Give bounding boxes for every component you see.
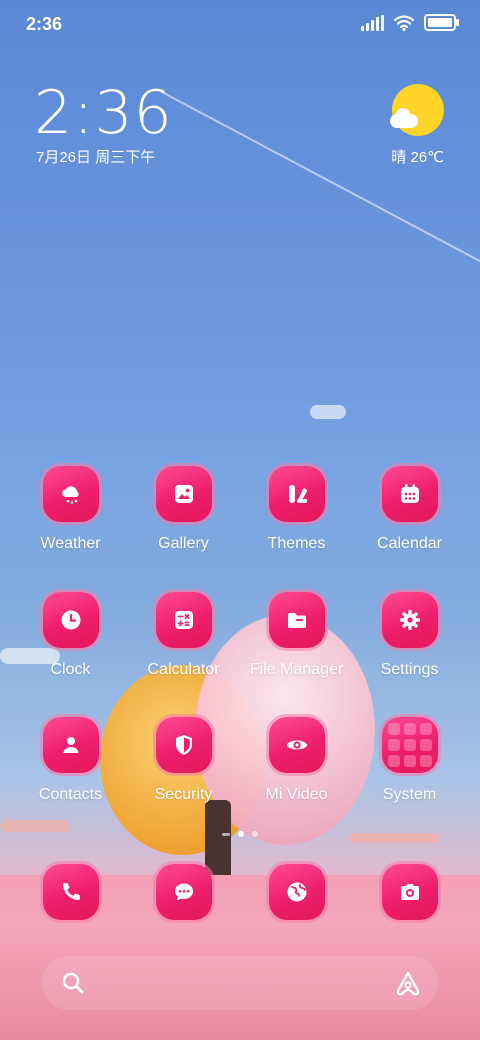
- app-label: System: [382, 786, 437, 803]
- app-calculator[interactable]: Calculator: [127, 592, 240, 679]
- app-clock[interactable]: Clock: [14, 592, 127, 679]
- clock-widget-date[interactable]: 7月26日 周三下午: [36, 146, 155, 167]
- search-icon[interactable]: [60, 970, 86, 996]
- folder-grid-icon: [381, 717, 438, 773]
- app-file-manager[interactable]: File Manager: [240, 592, 353, 679]
- app-label: Clock: [50, 661, 91, 678]
- status-bar: 2:36: [0, 0, 480, 50]
- calendar-icon: [381, 466, 438, 522]
- person-icon: [42, 717, 99, 773]
- app-gallery[interactable]: Gallery: [127, 466, 240, 553]
- wifi-icon: [394, 14, 414, 31]
- app-label: Weather: [40, 535, 101, 552]
- app-weather[interactable]: Weather: [14, 466, 127, 553]
- app-calendar[interactable]: Calendar: [353, 466, 466, 553]
- dock-browser[interactable]: [240, 864, 353, 920]
- app-settings[interactable]: Settings: [353, 592, 466, 679]
- search-bar[interactable]: [42, 956, 438, 1010]
- page-indicator-dash: [222, 832, 230, 836]
- clock-widget-time[interactable]: 2:36: [34, 78, 173, 148]
- calculator-icon: [155, 592, 212, 648]
- signal-icon: [361, 14, 384, 31]
- app-label: File Manager: [249, 661, 344, 678]
- cloud: [310, 405, 346, 419]
- dock-messages[interactable]: [127, 864, 240, 920]
- app-themes[interactable]: Themes: [240, 466, 353, 553]
- camera-icon: [381, 864, 438, 920]
- app-contacts[interactable]: Contacts: [14, 717, 127, 804]
- themes-icon: [268, 466, 325, 522]
- status-time: 2:36: [26, 14, 63, 34]
- shield-icon: [155, 717, 212, 773]
- app-label: Themes: [267, 535, 326, 552]
- dock-camera[interactable]: [353, 864, 466, 920]
- assistant-icon[interactable]: [394, 969, 422, 997]
- browser-icon: [268, 864, 325, 920]
- phone-icon: [42, 864, 99, 920]
- gallery-icon: [155, 466, 212, 522]
- messages-icon: [155, 864, 212, 920]
- weather-widget-text[interactable]: 晴 26℃: [391, 146, 444, 167]
- eye-icon: [268, 717, 325, 773]
- dock: [0, 864, 480, 924]
- gear-icon: [381, 592, 438, 648]
- weather-icon: [42, 466, 99, 522]
- app-label: Calendar: [377, 535, 442, 552]
- page-dot-active: [238, 831, 244, 837]
- app-label: Gallery: [158, 535, 209, 552]
- app-mi-video[interactable]: Mi Video: [240, 717, 353, 804]
- app-label: Calculator: [147, 661, 220, 678]
- status-icons: [361, 14, 459, 31]
- app-label: Contacts: [38, 786, 103, 803]
- app-security[interactable]: Security: [127, 717, 240, 804]
- app-label: Security: [154, 786, 213, 803]
- app-label: Settings: [380, 661, 439, 678]
- sunny-partly-cloudy-icon[interactable]: [390, 84, 444, 136]
- clock-icon: [42, 592, 99, 648]
- page-dot: [252, 831, 258, 837]
- app-label: Mi Video: [265, 786, 328, 803]
- battery-icon: [424, 14, 459, 31]
- page-indicator[interactable]: [0, 831, 480, 837]
- app-folder-system[interactable]: System: [353, 717, 466, 804]
- dock-phone[interactable]: [14, 864, 127, 920]
- folder-icon: [268, 592, 325, 648]
